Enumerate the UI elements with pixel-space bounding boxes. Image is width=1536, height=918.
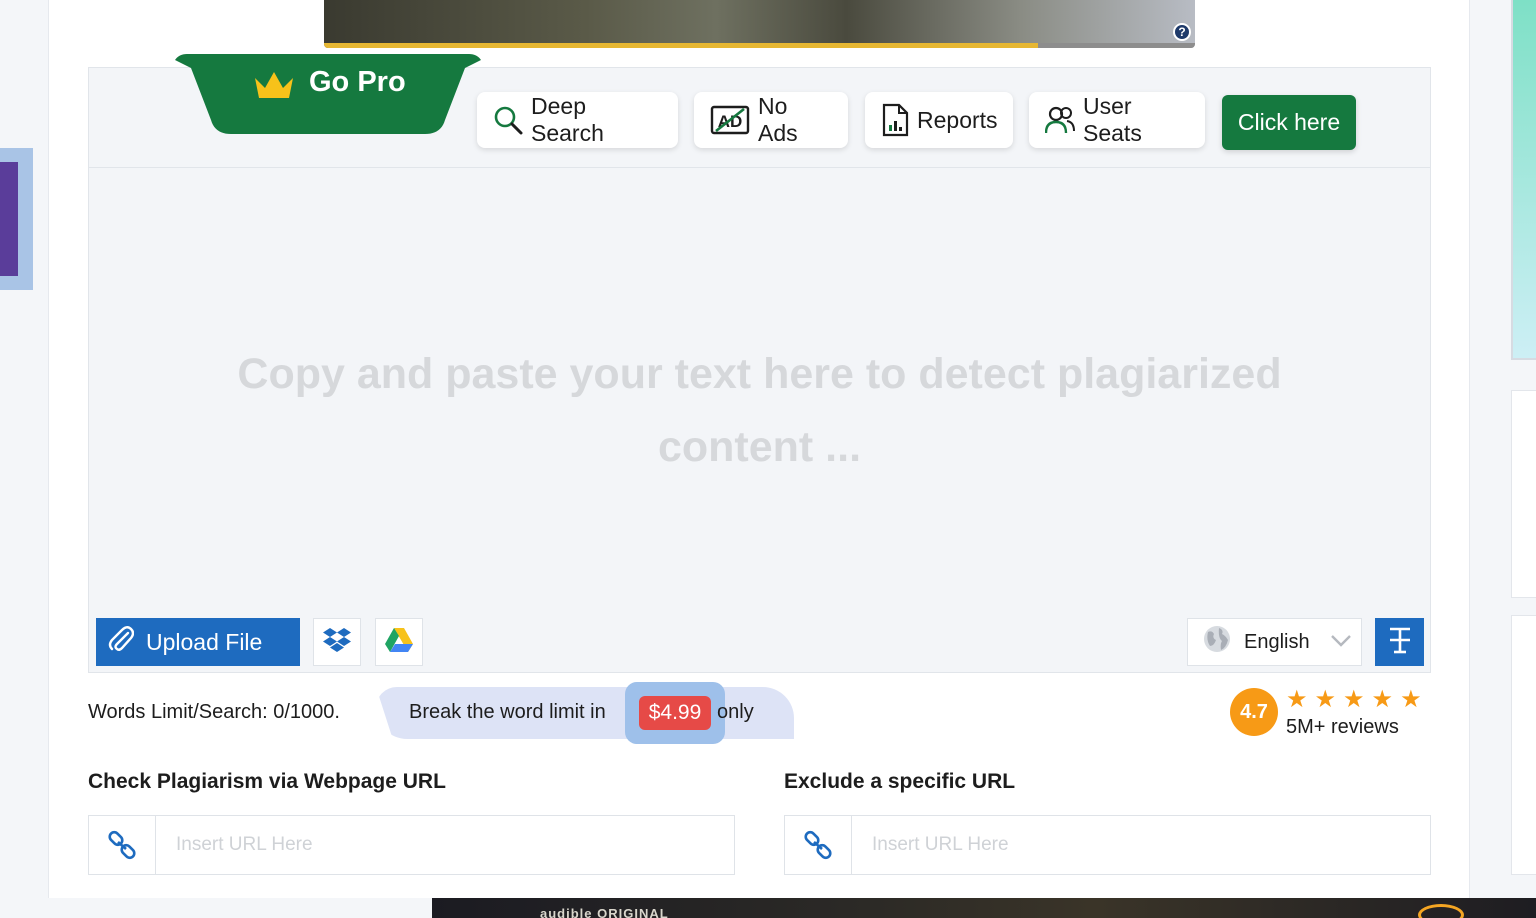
right-side-panel [1511, 0, 1536, 360]
language-select[interactable]: English [1187, 618, 1362, 666]
paperclip-icon [108, 625, 135, 659]
link-icon [89, 816, 156, 874]
no-ads-icon: AD [710, 104, 750, 136]
star-icon: ★ [1343, 686, 1365, 713]
user-seats-button[interactable]: User Seats [1029, 92, 1205, 148]
google-drive-button[interactable] [375, 618, 423, 666]
star-icon: ★ [1400, 686, 1422, 713]
dropbox-icon [322, 626, 352, 659]
rating-score-badge: 4.7 [1230, 688, 1278, 736]
break-limit-text: Break the word limit in [409, 701, 606, 723]
google-drive-icon [384, 627, 414, 658]
star-icon: ★ [1286, 686, 1308, 713]
video-progress-bar[interactable] [324, 43, 1039, 48]
no-ads-label: No Ads [758, 93, 798, 146]
price-badge[interactable]: $4.99 [639, 696, 711, 730]
no-ads-button[interactable]: AD No Ads [694, 92, 848, 148]
exclude-url-title: Exclude a specific URL [784, 770, 1016, 793]
upload-file-label: Upload File [146, 628, 263, 655]
chevron-down-icon [1330, 631, 1352, 654]
video-progress-remaining [1038, 43, 1195, 48]
exclude-url-input[interactable] [852, 834, 1412, 856]
deep-search-button[interactable]: Deep Search [477, 92, 678, 148]
upload-file-button[interactable]: Upload File [96, 618, 300, 666]
reports-label: Reports [917, 106, 998, 133]
reviews-count: 5M+ reviews [1286, 716, 1399, 738]
words-limit-text: Words Limit/Search: 0/1000. [88, 701, 340, 723]
left-gutter [0, 0, 48, 918]
help-icon[interactable]: ? [1173, 23, 1191, 41]
text-format-button[interactable] [1375, 618, 1424, 666]
star-icon: ★ [1371, 686, 1394, 713]
users-icon [1045, 105, 1075, 135]
rating-stars: ★ ★ ★ ★ ★ [1286, 688, 1422, 712]
right-side-card [1511, 390, 1536, 598]
dropbox-button[interactable] [313, 618, 361, 666]
click-here-button[interactable]: Click here [1222, 95, 1356, 150]
plagiarism-editor[interactable]: Go Pro Deep Search AD No Ads Reports Use… [88, 54, 1431, 673]
check-url-field[interactable] [88, 815, 735, 875]
editor-placeholder[interactable]: Copy and paste your text here to detect … [89, 338, 1430, 484]
reports-button[interactable]: Reports [865, 92, 1013, 148]
deep-search-label: Deep Search [531, 93, 604, 146]
go-pro-ribbon[interactable]: Go Pro [175, 54, 481, 134]
go-pro-label: Go Pro [309, 66, 406, 98]
report-document-icon [881, 103, 909, 137]
text-spacing-icon [1388, 626, 1412, 659]
link-icon [785, 816, 852, 874]
user-seats-label: User Seats [1083, 93, 1142, 146]
check-url-input[interactable] [156, 834, 716, 856]
exclude-url-field[interactable] [784, 815, 1431, 875]
left-side-tab-inner [0, 162, 18, 276]
search-icon [493, 105, 523, 135]
right-side-card-2 [1511, 615, 1536, 875]
check-url-title: Check Plagiarism via Webpage URL [88, 770, 446, 793]
globe-icon [1202, 624, 1232, 660]
star-icon: ★ [1314, 686, 1337, 713]
only-text: only [717, 701, 754, 723]
video-player[interactable]: ? [324, 0, 1195, 48]
ad-banner-text: audible ORIGINAL [540, 906, 669, 918]
language-label: English [1244, 630, 1310, 653]
